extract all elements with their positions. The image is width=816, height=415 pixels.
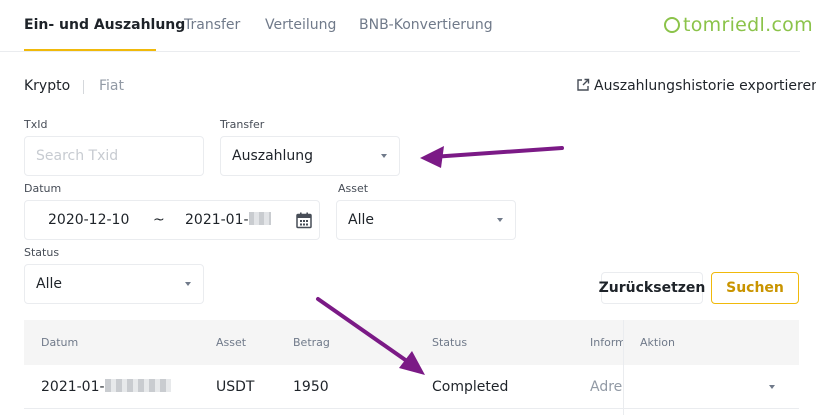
redacted-date-day <box>248 212 271 225</box>
date-separator: ~ <box>153 212 165 228</box>
chevron-down-icon <box>185 282 191 286</box>
status-select[interactable]: Alle <box>24 264 204 304</box>
row-date-value: 2021-01- <box>41 379 105 395</box>
row-status: Completed <box>432 379 509 395</box>
export-icon <box>577 78 590 91</box>
chevron-down-icon <box>497 218 503 222</box>
asset-value: Alle <box>348 212 374 228</box>
transfer-value: Auszahlung <box>232 148 314 164</box>
export-history-link[interactable]: Auszahlungshistorie exportieren <box>576 78 816 94</box>
row-info: Adres <box>590 379 623 395</box>
expand-row-chevron-icon[interactable] <box>769 385 775 389</box>
date-range-picker[interactable]: 2020-12-10 ~ 2021-01- <box>24 200 320 240</box>
export-history-label: Auszahlungshistorie exportieren <box>594 78 816 94</box>
search-button[interactable]: Suchen <box>711 272 799 304</box>
asset-select[interactable]: Alle <box>336 200 516 240</box>
tab-transfer[interactable]: Transfer <box>184 17 240 33</box>
subtab-crypto[interactable]: Krypto <box>24 78 70 94</box>
row-amount: 1950 <box>293 379 329 395</box>
txid-label: TxId <box>24 118 48 131</box>
sticky-column-divider <box>623 320 624 415</box>
date-end-value: 2021-01- <box>185 212 249 228</box>
redacted-date-time <box>104 379 171 392</box>
tab-distribution[interactable]: Verteilung <box>265 17 336 33</box>
date-label: Datum <box>24 182 62 195</box>
column-header-asset: Asset <box>216 336 247 349</box>
status-label: Status <box>24 246 60 259</box>
transfer-select[interactable]: Auszahlung <box>220 136 400 176</box>
active-tab-indicator <box>24 49 156 51</box>
date-end[interactable]: 2021-01- <box>185 212 271 228</box>
calendar-icon[interactable] <box>296 212 312 229</box>
status-value: Alle <box>36 276 62 292</box>
tab-bnb-conversion[interactable]: BNB-Konvertierung <box>359 17 493 33</box>
column-header-amount: Betrag <box>293 336 330 349</box>
column-header-status: Status <box>432 336 468 349</box>
column-header-date: Datum <box>41 336 79 349</box>
asset-label: Asset <box>338 182 369 195</box>
reset-button[interactable]: Zurücksetzen <box>599 272 705 304</box>
table-header: Datum Asset Betrag Status Inform Aktion <box>24 320 799 365</box>
column-header-info: Inform <box>590 336 623 349</box>
subtab-fiat[interactable]: Fiat <box>99 78 124 94</box>
annotation-arrow-transfer <box>420 146 564 168</box>
txid-placeholder: Search Txid <box>36 148 119 164</box>
row-asset: USDT <box>216 379 255 395</box>
transfer-label: Transfer <box>220 118 265 131</box>
subtab-divider <box>83 80 84 94</box>
column-header-action: Aktion <box>640 336 675 349</box>
table-row[interactable]: 2021-01- USDT 1950 Completed Adres <box>24 365 799 409</box>
tab-deposit-withdrawal[interactable]: Ein- und Auszahlung <box>24 17 185 33</box>
watermark-circle-icon <box>664 17 680 33</box>
watermark: tomriedl.com <box>664 14 813 36</box>
txid-input[interactable]: Search Txid <box>24 136 204 176</box>
chevron-down-icon <box>381 154 387 158</box>
row-date: 2021-01- <box>41 379 171 395</box>
date-start[interactable]: 2020-12-10 <box>48 212 129 228</box>
watermark-text: tomriedl.com <box>683 14 813 36</box>
